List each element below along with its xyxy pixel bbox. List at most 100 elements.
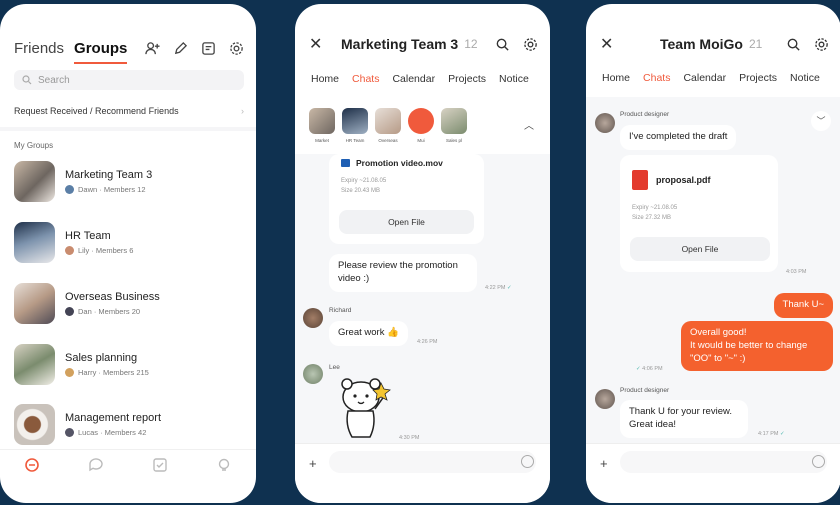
- message-time: 4:03 PM: [786, 269, 807, 275]
- groups-screen: Friends Groups Search Request Received /…: [0, 4, 256, 503]
- plus-icon[interactable]: +: [600, 456, 608, 471]
- message-time: 4:17 PM ✓: [758, 431, 785, 437]
- member-count: 12: [464, 37, 478, 51]
- video-file-icon: [341, 159, 350, 167]
- chevron-right-icon: ›: [241, 106, 244, 116]
- add-group-icon[interactable]: [144, 40, 160, 56]
- group-meta: Lily · Members 6: [78, 245, 134, 255]
- home-icon[interactable]: [24, 457, 40, 478]
- open-file-button[interactable]: Open File: [339, 210, 474, 234]
- tasks-icon[interactable]: [152, 457, 168, 478]
- file-card: proposal.pdf Expiry ~21.08.05 Size 27.32…: [620, 155, 778, 272]
- group-meta: Lucas · Members 42: [78, 427, 147, 437]
- message-bubble: Thank U for your review. Great idea!: [620, 400, 748, 438]
- sender-name: Product designer: [620, 387, 670, 394]
- file-card: Promotion video.mov Expiry ~21.08.05 Siz…: [329, 154, 484, 244]
- avatar: [303, 308, 323, 328]
- group-thumbnail: [14, 282, 55, 324]
- shared-item[interactable]: Sales pl: [441, 108, 467, 143]
- request-label: Request Received / Recommend Friends: [14, 106, 179, 116]
- shared-item[interactable]: HR Team: [342, 108, 368, 143]
- pdf-file-icon: [632, 170, 648, 190]
- bear-sticker: [331, 375, 393, 441]
- file-size: Size 27.32 MB: [632, 215, 672, 222]
- shared-item[interactable]: Mui: [408, 108, 434, 143]
- group-name: Marketing Team 3: [65, 168, 153, 181]
- avatar: [65, 306, 74, 316]
- search-placeholder: Search: [38, 74, 70, 86]
- tab-calendar[interactable]: Calendar: [392, 73, 435, 85]
- avatar: [303, 364, 323, 384]
- settings-icon[interactable]: [228, 40, 244, 56]
- chevron-up-icon[interactable]: ︿: [524, 117, 534, 132]
- my-message-bubble: Thank U~: [773, 293, 833, 318]
- file-expiry: Expiry ~21.08.05: [341, 178, 387, 184]
- shared-media-strip: Market HR Team Overseas Mui Sales pl ︿: [295, 99, 550, 154]
- message-bubble: Please review the promotion video :): [329, 254, 477, 292]
- message-time: 4:30 PM: [399, 435, 420, 441]
- group-thumbnail: [14, 343, 55, 385]
- search-icon[interactable]: [494, 36, 510, 52]
- my-message-bubble: Overall good! It would be better to chan…: [681, 321, 833, 372]
- search-icon: [22, 75, 32, 85]
- settings-icon[interactable]: [522, 36, 538, 52]
- bulb-icon[interactable]: [216, 457, 232, 478]
- plus-icon[interactable]: +: [309, 456, 317, 471]
- emoji-icon[interactable]: [812, 455, 825, 468]
- open-file-button[interactable]: Open File: [630, 237, 770, 261]
- message-input[interactable]: [620, 451, 827, 473]
- message-input-bar: +: [295, 443, 550, 503]
- tab-notice[interactable]: Notice: [790, 72, 820, 84]
- search-icon[interactable]: [785, 36, 801, 52]
- section-divider: [0, 127, 256, 131]
- message-input[interactable]: [329, 451, 536, 473]
- tab-home[interactable]: Home: [311, 73, 339, 85]
- close-icon[interactable]: ✕: [600, 34, 618, 54]
- chat-icon[interactable]: [88, 457, 104, 478]
- close-icon[interactable]: ✕: [309, 34, 327, 54]
- group-thumbnail: [14, 221, 55, 263]
- chat-header: ✕ Team MoiGo 21: [600, 32, 829, 56]
- chevron-down-icon[interactable]: ﹀: [811, 111, 831, 131]
- chat-title: Team MoiGo: [660, 36, 743, 52]
- message-bubble: I've completed the draft: [620, 125, 737, 150]
- group-item[interactable]: Overseas Business Dan · Members 20: [14, 282, 244, 324]
- member-count: 21: [748, 37, 763, 51]
- note-icon[interactable]: [200, 40, 216, 56]
- my-groups-label: My Groups: [14, 141, 54, 150]
- avatar: [595, 389, 615, 409]
- tab-friends[interactable]: Friends: [14, 40, 64, 57]
- tab-notice[interactable]: Notice: [499, 73, 529, 85]
- tab-calendar[interactable]: Calendar: [683, 72, 726, 84]
- request-friends-row[interactable]: Request Received / Recommend Friends ›: [14, 106, 244, 116]
- group-item[interactable]: Management report Lucas · Members 42: [14, 403, 244, 445]
- tab-home[interactable]: Home: [602, 72, 630, 84]
- chat-tabs: Home Chats Calendar Projects Notice: [602, 72, 840, 84]
- group-item[interactable]: Marketing Team 3 Dawn · Members 12: [14, 160, 244, 202]
- file-name: Promotion video.mov: [356, 158, 443, 168]
- group-item[interactable]: HR Team Lily · Members 6: [14, 221, 244, 263]
- shared-item[interactable]: Market: [309, 108, 335, 143]
- group-name: Management report: [65, 411, 161, 424]
- settings-icon[interactable]: [813, 36, 829, 52]
- avatar: [65, 245, 74, 255]
- chat-area: Product designer I've completed the draf…: [586, 97, 840, 463]
- tab-chats[interactable]: Chats: [352, 73, 379, 85]
- group-thumbnail: [14, 403, 55, 445]
- shared-item[interactable]: Overseas: [375, 108, 401, 143]
- group-thumbnail: [14, 160, 55, 202]
- tab-projects[interactable]: Projects: [739, 72, 777, 84]
- group-name: HR Team: [65, 229, 111, 242]
- emoji-icon[interactable]: [521, 455, 534, 468]
- search-input[interactable]: Search: [14, 70, 244, 90]
- message-time: 4:22 PM ✓: [485, 285, 512, 291]
- group-name: Sales planning: [65, 351, 138, 364]
- tab-groups[interactable]: Groups: [74, 40, 128, 64]
- tab-chats[interactable]: Chats: [643, 72, 670, 84]
- avatar: [65, 184, 74, 194]
- group-item[interactable]: Sales planning Harry · Members 215: [14, 343, 244, 385]
- groups-header: Friends Groups: [14, 34, 244, 64]
- tab-projects[interactable]: Projects: [448, 73, 486, 85]
- group-meta: Dawn · Members 12: [78, 184, 146, 194]
- edit-icon[interactable]: [172, 40, 188, 56]
